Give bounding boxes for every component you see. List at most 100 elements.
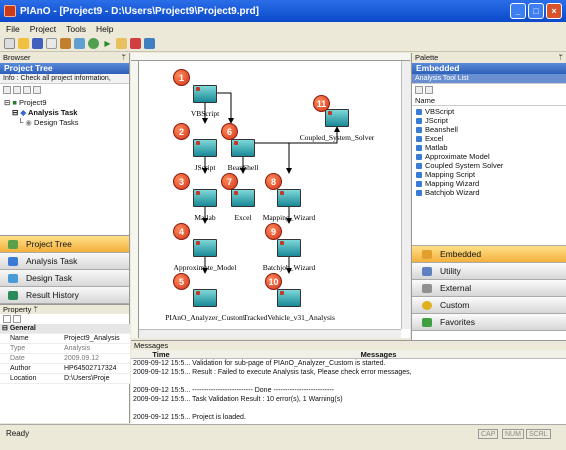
tree-item-project[interactable]: ⊟ ■ Project9: [4, 98, 125, 108]
category-utility[interactable]: Utility: [412, 263, 566, 280]
open-icon[interactable]: [18, 38, 29, 49]
save-icon[interactable]: [32, 38, 43, 49]
cut-icon[interactable]: [46, 38, 57, 49]
categorized-icon[interactable]: [3, 315, 11, 323]
tree-item-analysis-task[interactable]: ⊟ ◆ Analysis Task: [4, 108, 125, 118]
property-row[interactable]: Type Analysis: [0, 343, 130, 354]
step-number-badge: 10: [265, 273, 282, 290]
workflow-node-6[interactable]: [231, 139, 255, 157]
messages-caption: Messages: [131, 341, 566, 350]
filter-icon[interactable]: [33, 86, 41, 94]
tree-label: Design Tasks: [34, 118, 79, 127]
app-logo-icon: [4, 5, 16, 17]
external-icon: [422, 284, 432, 293]
history-icon: [8, 291, 18, 300]
palette-item-mapping-wizard[interactable]: Mapping Wizard: [415, 179, 563, 188]
palette-item-matlab[interactable]: Matlab: [415, 143, 563, 152]
property-key: Author: [0, 363, 62, 374]
workflow-node-4[interactable]: [193, 239, 217, 257]
pin-icon[interactable]: ᛘ: [33, 305, 38, 314]
canvas-vertical-scrollbar[interactable]: [401, 61, 410, 329]
menu-help[interactable]: Help: [96, 24, 113, 34]
icon-view-icon[interactable]: [425, 86, 433, 94]
message-row[interactable]: 2009-09-12 15:5... ---------------------…: [131, 386, 566, 395]
category-favorites[interactable]: Favorites: [412, 314, 566, 331]
workflow-node-5[interactable]: [193, 289, 217, 307]
category-custom[interactable]: Custom: [412, 297, 566, 314]
debug-icon[interactable]: [116, 38, 127, 49]
message-row[interactable]: 2009-09-12 15:5... Validation for sub-pa…: [131, 359, 566, 368]
message-row[interactable]: 2009-09-12 15:5... Task Validation Resul…: [131, 395, 566, 404]
property-toolbar: [0, 314, 129, 324]
nav-design-task[interactable]: Design Task: [0, 270, 129, 287]
list-view-icon[interactable]: [415, 86, 423, 94]
nav-project-tree[interactable]: Project Tree: [0, 236, 129, 253]
workflow-node-9[interactable]: [277, 239, 301, 257]
workflow-canvas[interactable]: 1 VBScript 2 JScript 3 Matlab 4 Approximate_Mod…: [131, 53, 410, 338]
nav-result-history[interactable]: Result History: [0, 287, 129, 304]
palette-item-coupled-system-solver[interactable]: Coupled System Solver: [415, 161, 563, 170]
workflow-node-7[interactable]: [231, 189, 255, 207]
property-key: Location: [0, 373, 62, 384]
property-caption-label: Property: [3, 305, 32, 314]
category-external[interactable]: External: [412, 280, 566, 297]
property-row[interactable]: Date 2009.09.12: [0, 353, 130, 364]
palette-item-approximate-model[interactable]: Approximate Model: [415, 152, 563, 161]
message-row[interactable]: 2009-09-12 15:5... Result : Failed to ex…: [131, 368, 566, 377]
message-row[interactable]: [131, 377, 566, 386]
property-row[interactable]: Location D:\Users\Proje: [0, 373, 130, 384]
palette-item-mapping-script[interactable]: Mapping Script: [415, 170, 563, 179]
workflow-node-8[interactable]: [277, 189, 301, 207]
workflow-diagram[interactable]: 1 VBScript 2 JScript 3 Matlab 4 Approximate_Mod…: [139, 61, 401, 329]
close-button[interactable]: ×: [546, 3, 562, 19]
app-window: PIAnO - [Project9 - D:\Users\Project9\Pr…: [0, 0, 566, 450]
copy-icon[interactable]: [60, 38, 71, 49]
minimize-button[interactable]: _: [510, 3, 526, 19]
paste-icon[interactable]: [74, 38, 85, 49]
workflow-node-1[interactable]: [193, 85, 217, 103]
property-key: Name: [0, 333, 62, 344]
canvas-horizontal-scrollbar[interactable]: [139, 329, 401, 338]
workflow-node-3[interactable]: [193, 189, 217, 207]
menu-file[interactable]: File: [6, 24, 20, 34]
category-embedded[interactable]: Embedded: [412, 246, 566, 263]
palette-item-batchjob-wizard[interactable]: Batchjob Wizard: [415, 188, 563, 197]
message-column-header[interactable]: Messages: [191, 350, 566, 359]
info-text: Info : Check all project information,: [0, 74, 129, 84]
refresh-icon[interactable]: [23, 86, 31, 94]
options-icon[interactable]: [144, 38, 155, 49]
palette-item-excel[interactable]: Excel: [415, 134, 563, 143]
message-row[interactable]: 2009-09-12 15:5... Project is loaded.: [131, 413, 566, 422]
workflow-node-2[interactable]: [193, 139, 217, 157]
palette-item-jscript[interactable]: JScript: [415, 116, 563, 125]
palette-item-vbscript[interactable]: VBScript: [415, 107, 563, 116]
menu-project[interactable]: Project: [30, 24, 56, 34]
expand-icon[interactable]: [3, 86, 11, 94]
workflow-node-11[interactable]: [325, 109, 349, 127]
node-type-icon: [196, 241, 200, 245]
node-type-icon: [328, 111, 332, 115]
message-row[interactable]: [131, 404, 566, 413]
time-column-header[interactable]: Time: [131, 350, 191, 359]
alphabetical-icon[interactable]: [13, 315, 21, 323]
property-row[interactable]: Name Project9_Analysis: [0, 333, 130, 344]
property-row[interactable]: Author HP64502717324: [0, 363, 130, 374]
stop-icon[interactable]: [130, 38, 141, 49]
run-icon[interactable]: ▶: [102, 38, 113, 49]
step-number-badge: 8: [265, 173, 282, 190]
pin-icon[interactable]: ᛘ: [122, 53, 127, 63]
new-icon[interactable]: [4, 38, 15, 49]
message-time: 2009-09-12 15:5...: [133, 387, 191, 394]
maximize-button[interactable]: □: [528, 3, 544, 19]
menu-tools[interactable]: Tools: [66, 24, 86, 34]
workflow-node-10[interactable]: [277, 289, 301, 307]
palette-item-beanshell[interactable]: Beanshell: [415, 125, 563, 134]
collapse-icon[interactable]: [13, 86, 21, 94]
validate-icon[interactable]: [88, 38, 99, 49]
nav-analysis-task[interactable]: Analysis Task: [0, 253, 129, 270]
nav-label: Analysis Task: [26, 256, 78, 266]
category-label: External: [440, 283, 472, 293]
tree-item-design-tasks[interactable]: └ ◉ Design Tasks: [4, 118, 125, 128]
pin-icon[interactable]: ᛘ: [559, 53, 564, 63]
horizontal-ruler: [131, 53, 410, 61]
